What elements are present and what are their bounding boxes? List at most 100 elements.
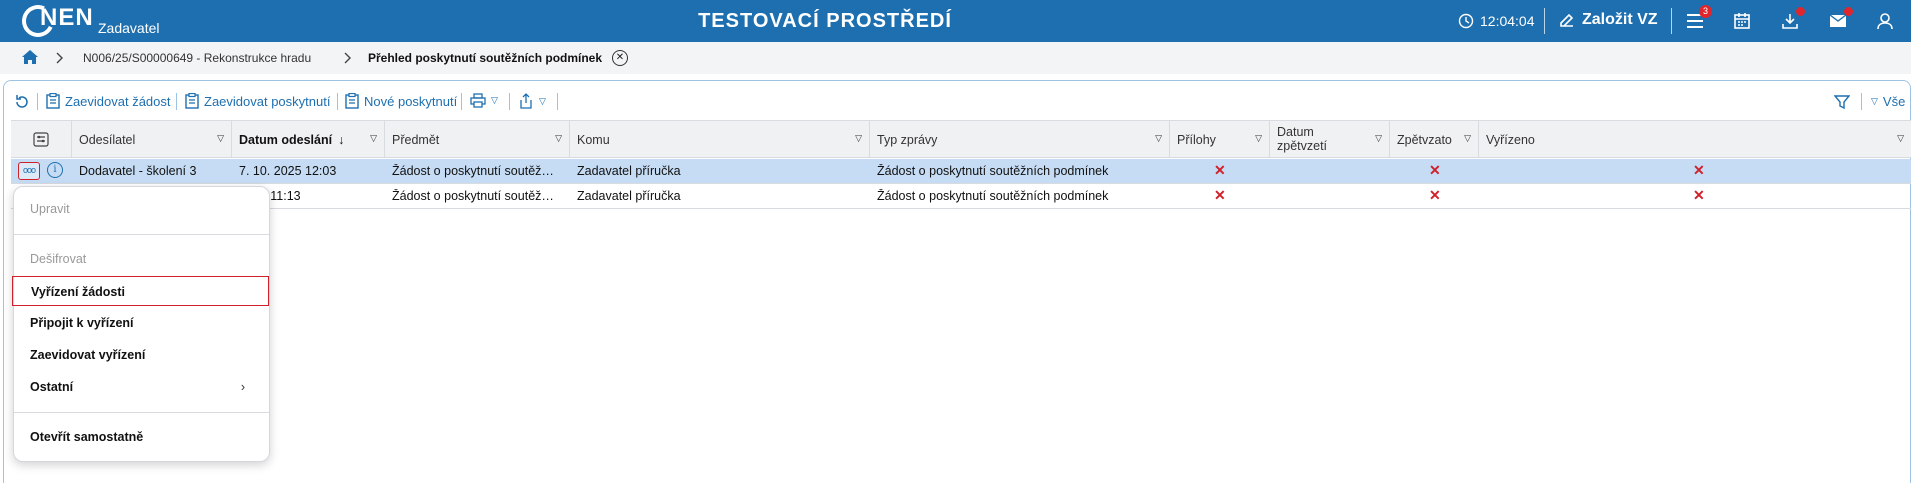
envelope-icon bbox=[1829, 14, 1847, 27]
new-provided-label: Nové poskytnutí bbox=[364, 93, 458, 109]
unread-dot bbox=[1844, 7, 1853, 16]
clock-icon bbox=[1458, 13, 1474, 29]
unread-dot bbox=[1796, 7, 1805, 16]
chevron-right-icon: › bbox=[240, 380, 245, 394]
resolved-no-icon: ✕ bbox=[1693, 187, 1705, 203]
column-filter-icon[interactable]: ▽ bbox=[1255, 133, 1262, 144]
column-label: Datum zpětvzetí bbox=[1277, 125, 1328, 153]
dropdown-triangle-icon: ▽ bbox=[1871, 96, 1878, 106]
info-icon[interactable]: i bbox=[47, 162, 63, 178]
edit-icon bbox=[1560, 13, 1574, 27]
menu-item-other-label: Ostatní bbox=[30, 380, 74, 394]
column-label: Odesílatel bbox=[79, 133, 136, 147]
column-header-message-type[interactable]: Typ zprávy ▽ bbox=[870, 121, 1170, 158]
column-header-attachments[interactable]: Přílohy ▽ bbox=[1170, 121, 1270, 158]
column-filter-icon[interactable]: ▽ bbox=[1375, 133, 1382, 144]
clipboard-icon bbox=[345, 93, 359, 109]
cell-to: Zadavatel příručka bbox=[577, 189, 681, 203]
column-header-sender[interactable]: Odesílatel ▽ bbox=[72, 121, 232, 158]
new-provided-button[interactable]: Nové poskytnutí bbox=[345, 93, 457, 109]
dropdown-triangle-icon: ▽ bbox=[539, 95, 546, 106]
close-tab-icon[interactable]: ✕ bbox=[612, 50, 628, 66]
clipboard-icon bbox=[46, 93, 60, 109]
menu-button[interactable]: 3 bbox=[1684, 5, 1712, 32]
column-filter-icon[interactable]: ▽ bbox=[217, 133, 224, 144]
toolbar-separator bbox=[1861, 93, 1862, 110]
user-profile-button[interactable] bbox=[1874, 10, 1896, 32]
clipboard-icon bbox=[185, 93, 199, 109]
column-filter-icon[interactable]: ▽ bbox=[555, 133, 562, 144]
share-export-icon bbox=[520, 93, 532, 109]
cell-message-type: Žádost o poskytnutí soutěžních podmínek bbox=[877, 164, 1109, 178]
column-label: Datum odeslání ↓ bbox=[239, 133, 345, 147]
evidence-provided-button[interactable]: Zaevidovat poskytnutí bbox=[185, 93, 330, 109]
filter-all-label: Vše bbox=[1882, 94, 1906, 109]
table-header: Odesílatel ▽ Datum odeslání ↓ ▽ Předmět ▽… bbox=[11, 120, 1911, 158]
calendar-icon bbox=[1734, 13, 1750, 29]
menu-item-register-resolution[interactable]: Zaevidovat vyřízení bbox=[14, 340, 269, 370]
menu-item-other[interactable]: Ostatní › bbox=[14, 372, 269, 402]
row-context-menu: Upravit Dešifrovat Vyřízení žádosti Přip… bbox=[12, 186, 270, 462]
attachments-no-icon: ✕ bbox=[1214, 187, 1226, 203]
column-settings-header[interactable] bbox=[11, 121, 72, 158]
breadcrumb: N006/25/S00000649 - Rekonstrukce hradu P… bbox=[0, 42, 1911, 74]
toolbar-separator bbox=[37, 93, 38, 110]
column-header-withdrawn[interactable]: Zpětvzato ▽ bbox=[1390, 121, 1479, 158]
refresh-icon[interactable] bbox=[14, 94, 30, 110]
withdrawn-no-icon: ✕ bbox=[1429, 162, 1441, 178]
menu-item-resolve-request[interactable]: Vyřízení žádosti bbox=[12, 276, 269, 306]
dropdown-triangle-icon: ▽ bbox=[491, 95, 498, 105]
cell-message-type: Žádost o poskytnutí soutěžních podmínek bbox=[877, 189, 1109, 203]
attachments-no-icon: ✕ bbox=[1214, 162, 1226, 178]
column-filter-icon[interactable]: ▽ bbox=[855, 133, 862, 144]
column-label: Zpětvzato bbox=[1397, 133, 1452, 147]
breadcrumb-item-tender[interactable]: N006/25/S00000649 - Rekonstrukce hradu bbox=[83, 51, 311, 65]
column-filter-icon[interactable]: ▽ bbox=[1897, 133, 1904, 144]
column-label: Přílohy bbox=[1177, 133, 1216, 147]
column-header-withdrawal-date[interactable]: Datum zpětvzetí ▽ bbox=[1270, 121, 1390, 158]
evidence-provided-label: Zaevidovat poskytnutí bbox=[204, 93, 331, 109]
chevron-right-icon bbox=[56, 52, 63, 64]
column-filter-icon[interactable]: ▽ bbox=[1155, 133, 1162, 144]
menu-separator bbox=[14, 412, 269, 413]
top-bar: NEN Zadavatel TESTOVACÍ PROSTŘEDÍ 12:04:… bbox=[0, 0, 1911, 42]
download-tray-icon bbox=[1782, 14, 1798, 29]
evidence-request-button[interactable]: Zaevidovat žádost bbox=[46, 93, 171, 109]
menu-item-decrypt[interactable]: Dešifrovat bbox=[14, 244, 269, 274]
home-icon[interactable] bbox=[21, 49, 39, 65]
clock-time: 12:04:04 bbox=[1480, 13, 1535, 29]
column-filter-icon[interactable]: ▽ bbox=[370, 133, 377, 144]
notification-badge: 3 bbox=[1699, 5, 1712, 18]
column-header-to[interactable]: Komu ▽ bbox=[570, 121, 870, 158]
menu-item-attach-to-resolution[interactable]: Připojit k vyřízení bbox=[14, 308, 269, 338]
breadcrumb-item-current: Přehled poskytnutí soutěžních podmínek bbox=[368, 51, 603, 65]
table-row[interactable]: 2025 11:13 Žádost o poskytnutí soutěž… Z… bbox=[11, 184, 1911, 209]
printer-icon bbox=[470, 93, 486, 108]
row-actions-button[interactable]: ooo bbox=[18, 162, 40, 180]
calendar-button[interactable] bbox=[1731, 10, 1753, 32]
filter-all-dropdown[interactable]: ▽ Vše bbox=[1871, 94, 1905, 109]
toolbar-separator bbox=[337, 93, 338, 110]
create-vz-button[interactable]: Založit VZ bbox=[1558, 11, 1658, 29]
downloads-button[interactable] bbox=[1779, 7, 1805, 32]
column-header-resolved[interactable]: Vyřízeno ▽ bbox=[1479, 121, 1911, 158]
toolbar-separator bbox=[176, 93, 177, 110]
menu-item-open-separately[interactable]: Otevřít samostatně bbox=[14, 422, 269, 452]
cell-to: Zadavatel příručka bbox=[577, 164, 681, 178]
cell-sender: Dodavatel - školení 3 bbox=[79, 164, 197, 178]
evidence-request-label: Zaevidovat žádost bbox=[65, 93, 171, 109]
column-settings-icon bbox=[33, 132, 49, 147]
column-header-subject[interactable]: Předmět ▽ bbox=[385, 121, 570, 158]
messages-button[interactable] bbox=[1827, 7, 1853, 32]
table-row[interactable]: ooo i Dodavatel - školení 3 7. 10. 2025 … bbox=[11, 159, 1911, 184]
export-menu-button[interactable]: ▽ bbox=[518, 93, 546, 109]
menu-item-edit[interactable]: Upravit bbox=[14, 194, 269, 224]
print-menu-button[interactable]: ▽ bbox=[470, 93, 498, 108]
resolved-no-icon: ✕ bbox=[1693, 162, 1705, 178]
cell-subject: Žádost o poskytnutí soutěž… bbox=[392, 164, 554, 178]
toolbar-separator bbox=[461, 93, 462, 110]
filter-icon[interactable] bbox=[1834, 94, 1850, 110]
sort-descending-icon: ↓ bbox=[338, 133, 345, 147]
column-header-sent-date[interactable]: Datum odeslání ↓ ▽ bbox=[232, 121, 385, 158]
column-filter-icon[interactable]: ▽ bbox=[1464, 133, 1471, 144]
